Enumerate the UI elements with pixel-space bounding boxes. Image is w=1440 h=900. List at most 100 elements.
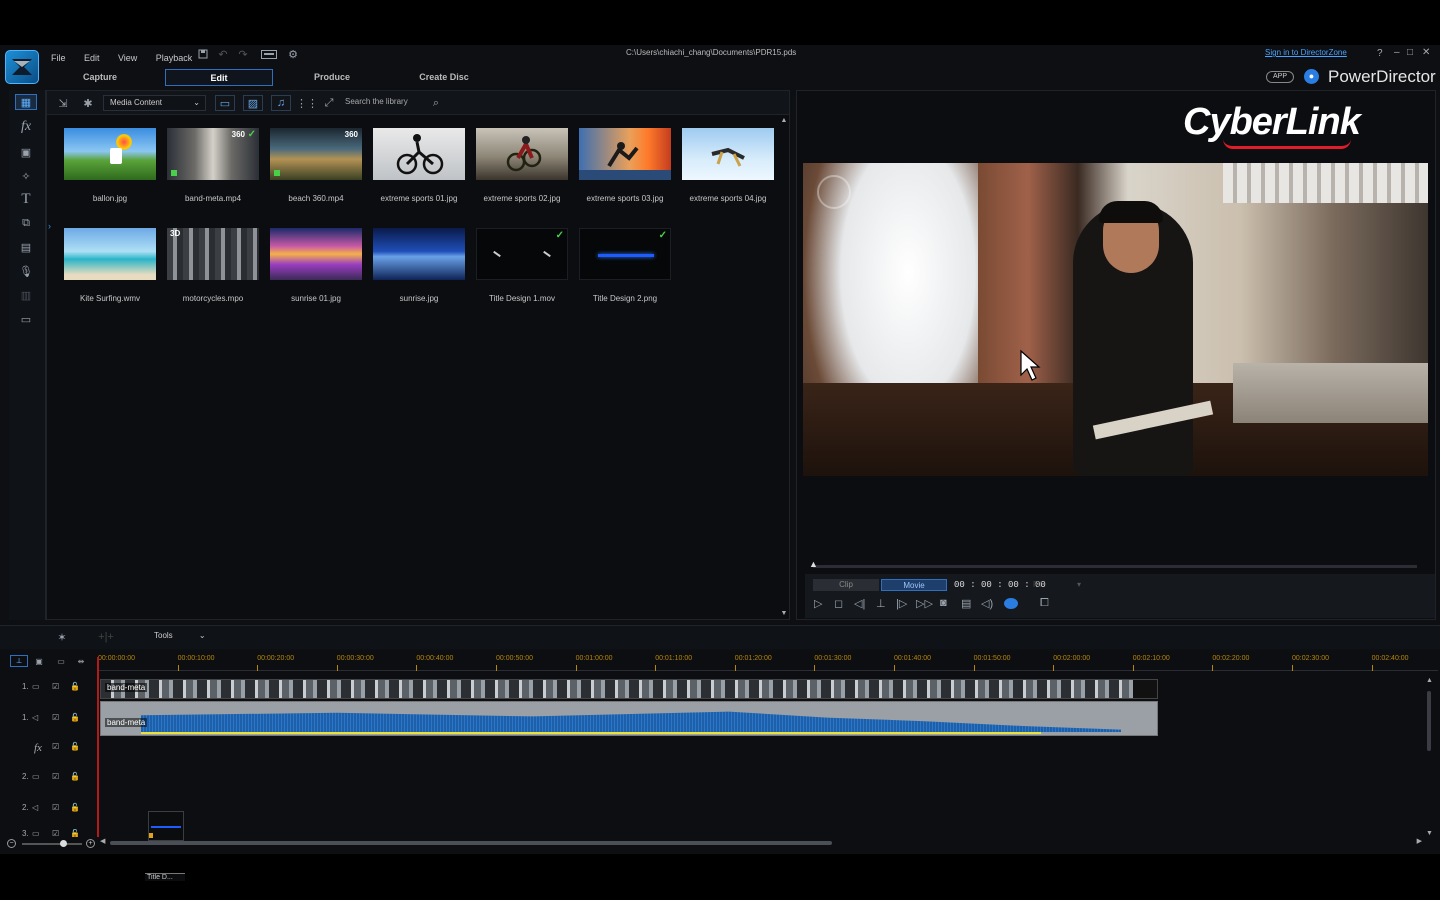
play-icon[interactable]: ▷ bbox=[814, 597, 822, 610]
audio-filter-icon[interactable]: ♫ bbox=[271, 95, 291, 111]
help-button[interactable]: ? bbox=[1377, 48, 1383, 59]
media-item[interactable]: ✓ Title Design 2.png bbox=[579, 228, 671, 303]
tab-produce[interactable]: Produce bbox=[296, 69, 368, 86]
quality-icon[interactable]: ▤ bbox=[961, 597, 971, 610]
fast-forward-icon[interactable]: ▷▷ bbox=[916, 597, 933, 610]
tab-capture[interactable]: Capture bbox=[64, 69, 136, 86]
subtitle-room-icon[interactable]: ▭ bbox=[15, 310, 37, 328]
lock-icon[interactable]: 🔓 bbox=[70, 829, 80, 837]
particle-room-icon[interactable]: ✧ bbox=[15, 167, 37, 185]
close-button[interactable]: ✕ bbox=[1422, 47, 1430, 58]
title-clip[interactable] bbox=[148, 811, 184, 841]
undo-icon[interactable]: ↶ bbox=[216, 47, 230, 61]
menu-edit[interactable]: Edit bbox=[84, 53, 100, 63]
tools-dropdown[interactable]: Tools ⌄ bbox=[154, 631, 206, 640]
zoom-in-icon[interactable]: + bbox=[86, 839, 95, 848]
media-item[interactable]: ✓ Title Design 1.mov bbox=[476, 228, 568, 303]
track-enable-checkbox[interactable]: ☑ bbox=[52, 742, 59, 751]
library-sidebar-toggle[interactable]: › bbox=[48, 221, 51, 231]
timeline-view-icon[interactable]: ⟂ bbox=[10, 655, 28, 667]
sign-in-link[interactable]: Sign in to DirectorZone bbox=[1265, 48, 1347, 57]
track-enable-checkbox[interactable]: ☑ bbox=[52, 772, 59, 781]
clip-mode-button[interactable]: Clip bbox=[813, 579, 879, 591]
split-tool-icon[interactable]: +|+ bbox=[98, 629, 114, 645]
tab-create-disc[interactable]: Create Disc bbox=[404, 69, 484, 86]
360-view-icon[interactable] bbox=[1004, 598, 1018, 609]
minimize-button[interactable]: – bbox=[1394, 47, 1400, 58]
360-navigator-icon[interactable] bbox=[817, 175, 851, 209]
lock-icon[interactable]: 🔓 bbox=[70, 742, 80, 751]
scroll-left-icon[interactable]: ◀ bbox=[100, 837, 105, 845]
library-scrollbar[interactable]: ▲ ▼ bbox=[780, 117, 788, 617]
media-item[interactable]: extreme sports 02.jpg bbox=[476, 128, 568, 203]
title-room-icon[interactable]: T bbox=[15, 190, 37, 208]
save-icon[interactable] bbox=[196, 47, 210, 61]
undock-icon[interactable]: ⧠ bbox=[1040, 597, 1049, 610]
fit-dropdown[interactable]: Fit ▾ bbox=[1029, 579, 1083, 591]
media-item[interactable]: 360 ✓ band-meta.mp4 bbox=[167, 128, 259, 203]
voice-over-icon[interactable]: 🎙 bbox=[15, 262, 37, 280]
track-manager-icon[interactable]: ▭ bbox=[54, 655, 68, 667]
effects-room-icon[interactable]: fx bbox=[15, 118, 37, 136]
scroll-down-icon[interactable]: ▼ bbox=[780, 610, 788, 617]
menu-file[interactable]: File bbox=[51, 53, 66, 63]
movie-mode-button[interactable]: Movie bbox=[881, 579, 947, 591]
seek-bar[interactable] bbox=[813, 565, 1417, 568]
timeline-vscrollbar[interactable]: ▲ ▼ bbox=[1426, 677, 1433, 837]
audio-mixing-icon[interactable]: ▤ bbox=[15, 238, 37, 256]
plugins-icon[interactable]: ✱ bbox=[80, 95, 96, 111]
track-enable-checkbox[interactable]: ☑ bbox=[52, 829, 59, 837]
media-item[interactable]: extreme sports 01.jpg bbox=[373, 128, 465, 203]
zoom-slider[interactable] bbox=[22, 843, 82, 845]
lock-icon[interactable]: 🔓 bbox=[70, 713, 80, 722]
media-item[interactable]: 3D motorcycles.mpo bbox=[167, 228, 259, 303]
lock-icon[interactable]: 🔓 bbox=[70, 682, 80, 691]
timeline-hscrollbar[interactable]: ◀ ▶ bbox=[100, 837, 1422, 846]
gear-icon[interactable]: ⚙ bbox=[286, 47, 300, 61]
pip-room-icon[interactable]: ▣ bbox=[15, 143, 37, 161]
keyboard-icon[interactable] bbox=[257, 47, 281, 61]
import-media-icon[interactable]: ⇲ bbox=[55, 95, 71, 111]
track-enable-checkbox[interactable]: ☑ bbox=[52, 713, 59, 722]
video-filter-icon[interactable]: ▭ bbox=[215, 95, 235, 111]
storyboard-view-icon[interactable]: ▣ bbox=[32, 655, 46, 667]
scroll-right-icon[interactable]: ▶ bbox=[1417, 837, 1422, 845]
seek-handle[interactable]: ▲ bbox=[809, 559, 818, 569]
redo-icon[interactable]: ↷ bbox=[236, 47, 250, 61]
partial-clip[interactable]: Title D... bbox=[145, 873, 185, 881]
account-icon[interactable]: ● bbox=[1304, 69, 1319, 84]
snapshot-icon[interactable]: ◙ bbox=[940, 597, 947, 609]
fit-timeline-icon[interactable]: ⇹ bbox=[74, 655, 88, 667]
split-icon[interactable]: ⊥ bbox=[876, 597, 886, 610]
grid-view-icon[interactable]: ⋮⋮ bbox=[296, 95, 318, 111]
menu-playback[interactable]: Playback bbox=[156, 53, 193, 63]
transition-room-icon[interactable]: ⧉ bbox=[15, 214, 37, 232]
media-item[interactable]: ballon.jpg bbox=[64, 128, 156, 203]
zoom-slider-handle[interactable] bbox=[60, 840, 67, 847]
timeline-ruler[interactable]: 00:00:00:00 00:00:10:00 00:00:20:00 00:00:3… bbox=[98, 653, 1438, 671]
media-item[interactable]: Kite Surfing.wmv bbox=[64, 228, 156, 303]
magic-tools-icon[interactable]: ✶ bbox=[54, 629, 70, 645]
media-item[interactable]: sunrise 01.jpg bbox=[270, 228, 362, 303]
track-enable-checkbox[interactable]: ☑ bbox=[52, 682, 59, 691]
video-clip[interactable]: band-meta bbox=[100, 679, 1158, 699]
media-item[interactable]: extreme sports 03.jpg bbox=[579, 128, 671, 203]
next-frame-icon[interactable]: |▷ bbox=[896, 597, 907, 610]
track-enable-checkbox[interactable]: ☑ bbox=[52, 803, 59, 812]
volume-icon[interactable]: ◁) bbox=[981, 597, 993, 610]
audio-clip[interactable]: band-meta bbox=[100, 701, 1158, 736]
search-input[interactable]: Search the library bbox=[345, 97, 408, 106]
lock-icon[interactable]: 🔓 bbox=[70, 803, 80, 812]
menu-view[interactable]: View bbox=[118, 53, 137, 63]
stop-icon[interactable]: ◻ bbox=[834, 597, 843, 610]
zoom-out-icon[interactable]: − bbox=[7, 839, 16, 848]
image-filter-icon[interactable]: ▨ bbox=[243, 95, 263, 111]
media-item[interactable]: extreme sports 04.jpg bbox=[682, 128, 774, 203]
lock-icon[interactable]: 🔓 bbox=[70, 772, 80, 781]
app-badge[interactable]: APP bbox=[1266, 71, 1294, 83]
restore-button[interactable]: □ bbox=[1407, 47, 1413, 58]
preview-video[interactable] bbox=[803, 163, 1428, 476]
previous-frame-icon[interactable]: ◁| bbox=[854, 597, 865, 610]
expand-icon[interactable]: ⤢ bbox=[321, 95, 337, 111]
playhead[interactable] bbox=[97, 657, 99, 837]
